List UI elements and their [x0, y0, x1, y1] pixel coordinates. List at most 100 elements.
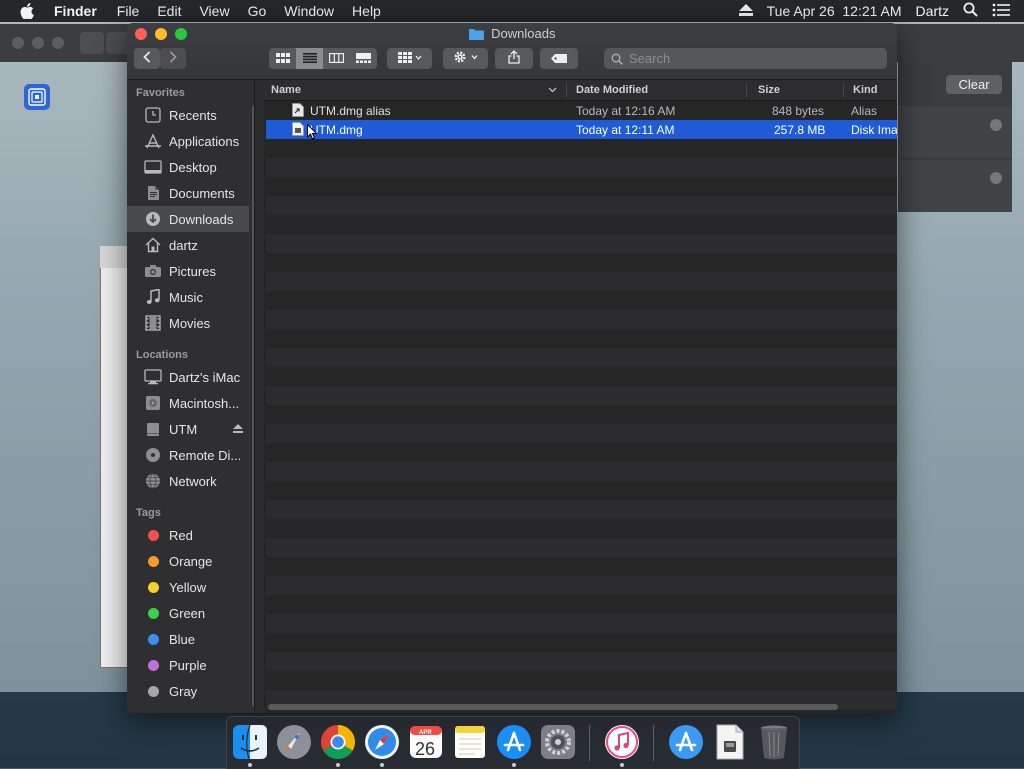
empty-row [266, 348, 897, 367]
sidebar-item-label: Network [169, 473, 217, 489]
sort-chevron-icon[interactable] [548, 87, 557, 93]
chrome-dock-icon[interactable] [319, 723, 357, 761]
column-divider[interactable] [843, 83, 844, 97]
gallery-view-button[interactable] [350, 48, 377, 69]
empty-row [266, 196, 897, 215]
sidebar-tag-orange[interactable]: Orange [127, 548, 249, 574]
horizontal-scrollbar[interactable] [268, 704, 838, 710]
group-grid-icon [397, 51, 422, 66]
spotlight-icon[interactable] [963, 2, 978, 20]
search-input[interactable] [627, 50, 881, 67]
menu-view[interactable]: View [199, 3, 229, 19]
group-by-button[interactable] [387, 48, 432, 69]
sidebar-tag-purple[interactable]: Purple [127, 652, 249, 678]
view-mode-group [269, 48, 377, 69]
menu-help[interactable]: Help [352, 3, 381, 19]
sidebar-tag-blue[interactable]: Blue [127, 626, 249, 652]
table-row[interactable]: UTM.dmg Today at 12:11 AM 257.8 MB Disk … [266, 120, 897, 140]
column-header-size[interactable]: Size [758, 84, 780, 96]
sidebar-tag-red[interactable]: Red [127, 522, 249, 548]
app-store-dock-icon[interactable] [495, 723, 533, 761]
column-header-date-modified[interactable]: Date Modified [576, 84, 648, 96]
sidebar-tag-gray[interactable]: Gray [127, 678, 249, 704]
eject-icon[interactable] [233, 424, 243, 433]
dock-divider [589, 725, 590, 761]
magnifier-icon[interactable] [990, 119, 1002, 131]
share-button[interactable] [495, 48, 533, 69]
sidebar-item-home[interactable]: dartz [127, 232, 249, 258]
menu-bar: Finder File Edit View Go Window Help Tue… [0, 0, 1024, 22]
icon-view-button[interactable] [269, 48, 296, 69]
imac-icon [144, 368, 162, 386]
sidebar-item-label: Remote Di... [169, 447, 242, 463]
document-dock-icon[interactable] [711, 723, 749, 761]
table-row[interactable]: UTM.dmg alias Today at 12:16 AM 848 byte… [266, 101, 897, 120]
applications-folder-dock-icon[interactable] [667, 723, 705, 761]
sidebar-item-pictures[interactable]: Pictures [127, 258, 249, 284]
sidebar-item-label: Applications [169, 133, 240, 149]
sidebar-item-downloads[interactable]: Downloads [127, 206, 249, 232]
itunes-dock-icon[interactable] [603, 723, 641, 761]
eject-icon[interactable] [738, 3, 753, 19]
sidebar-item-recents[interactable]: Recents [127, 102, 249, 128]
menu-edit[interactable]: Edit [157, 3, 181, 19]
desktop-icon [144, 158, 162, 176]
window-toolbar: Downloads [127, 23, 897, 80]
sidebar-tag-green[interactable]: Green [127, 600, 249, 626]
sidebar-item-imac[interactable]: Dartz's iMac [127, 364, 249, 390]
notification-center-icon[interactable] [992, 3, 1010, 20]
search-field[interactable] [604, 48, 887, 69]
column-header-kind[interactable]: Kind [853, 84, 877, 96]
apple-icon[interactable] [20, 3, 38, 19]
file-date-modified: Today at 12:11 AM [576, 123, 675, 137]
sidebar-scrollbar[interactable] [252, 105, 254, 707]
clear-button[interactable]: Clear [946, 75, 1002, 94]
forward-button[interactable] [160, 48, 186, 69]
sidebar-item-applications[interactable]: Applications [127, 128, 249, 154]
list-view-button[interactable] [296, 48, 323, 69]
menu-window[interactable]: Window [284, 3, 334, 19]
menu-finder[interactable]: Finder [54, 3, 97, 19]
trash-dock-icon[interactable] [755, 723, 793, 761]
empty-row [266, 158, 897, 177]
sidebar-item-macintosh-hd[interactable]: Macintosh... [127, 390, 249, 416]
action-button[interactable] [443, 48, 488, 69]
sidebar-tag-yellow[interactable]: Yellow [127, 574, 249, 600]
launchpad-dock-icon[interactable] [275, 723, 313, 761]
tag-dot-icon [147, 659, 159, 671]
window-dot [32, 37, 44, 49]
sidebar-item-movies[interactable]: Movies [127, 310, 249, 336]
tag-button[interactable] [540, 48, 578, 69]
sidebar-item-documents[interactable]: Documents [127, 180, 249, 206]
applications-icon [144, 132, 162, 150]
magnifier-icon[interactable] [990, 172, 1002, 184]
sidebar-item-utm[interactable]: UTM [127, 416, 249, 442]
finder-dock-icon[interactable] [231, 723, 269, 761]
sidebar-item-music[interactable]: Music [127, 284, 249, 310]
utm-app-icon[interactable] [24, 84, 50, 110]
tag-icon [551, 51, 567, 66]
system-preferences-dock-icon[interactable] [539, 723, 577, 761]
column-view-button[interactable] [323, 48, 350, 69]
column-divider[interactable] [566, 83, 567, 97]
sidebar-item-label: UTM [169, 421, 198, 437]
back-button[interactable] [134, 48, 160, 69]
dock: APR 26 [226, 716, 800, 769]
empty-row [266, 234, 897, 253]
column-divider[interactable] [746, 83, 747, 97]
empty-row [266, 614, 897, 633]
calendar-dock-icon[interactable]: APR 26 [407, 723, 445, 761]
music-note-icon [144, 288, 162, 306]
column-header-name[interactable]: Name [271, 84, 301, 96]
chevron-right-icon [169, 51, 177, 66]
sidebar-item-desktop[interactable]: Desktop [127, 154, 249, 180]
sidebar: Favorites Recents Applications Desktop D… [127, 80, 255, 713]
menu-file[interactable]: File [117, 3, 140, 19]
notes-dock-icon[interactable] [451, 723, 489, 761]
sidebar-item-network[interactable]: Network [127, 468, 249, 494]
menu-go[interactable]: Go [248, 3, 267, 19]
sidebar-item-remote-disc[interactable]: Remote Di... [127, 442, 249, 468]
user-menu[interactable]: Dartz [916, 3, 949, 19]
clock[interactable]: Tue Apr 26 12:21 AM [767, 3, 902, 19]
safari-dock-icon[interactable] [363, 723, 401, 761]
